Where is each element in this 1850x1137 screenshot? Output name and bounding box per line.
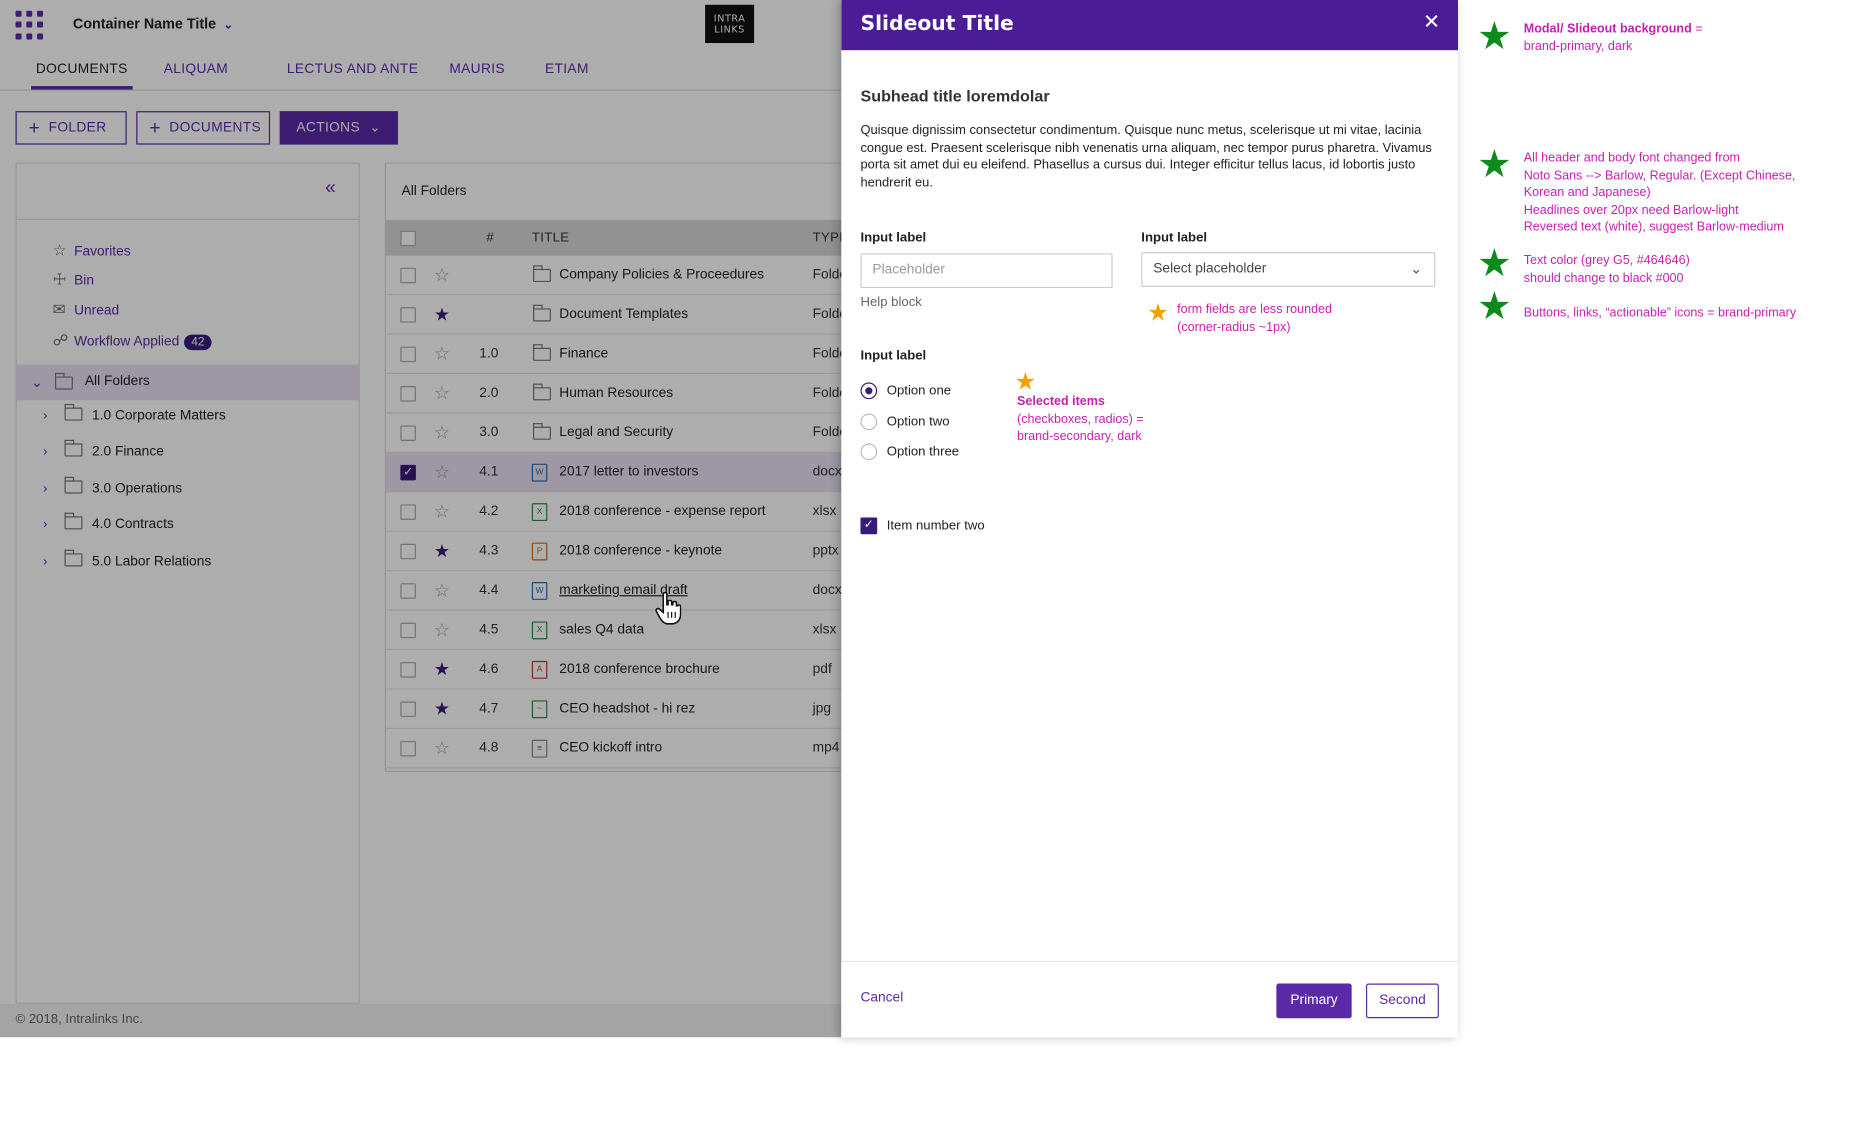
second-button[interactable]: Second	[1365, 983, 1439, 1019]
radio-label: Option two	[886, 414, 950, 430]
annotation-form-fields: form fields are less rounded (corner-rad…	[1177, 301, 1332, 336]
star-icon: ★	[1014, 369, 1037, 396]
annotation-line: All header and body font changed from	[1523, 150, 1741, 165]
annotation-title: Selected items	[1017, 394, 1105, 409]
annotation-line: Reversed text (white), suggest Barlow-me…	[1523, 219, 1784, 235]
screen: Container Name Title ⌄ INTRA LINKS DOCUME…	[0, 0, 1850, 1137]
star-icon: ★	[1477, 241, 1512, 285]
annotation-line: (corner-radius ~1px)	[1177, 319, 1291, 335]
star-icon: ★	[1477, 14, 1512, 58]
annotation-font-change: All header and body font changed from No…	[1524, 149, 1796, 236]
slideout-panel: Slideout Title ✕ Subhead title loremdola…	[841, 0, 1459, 1038]
annotation-line: Noto Sans --> Barlow, Regular. (Except C…	[1523, 167, 1796, 183]
item-checkbox[interactable]: ✓	[860, 517, 878, 535]
radio-option-three[interactable]	[860, 443, 878, 461]
radio-option-one[interactable]	[860, 382, 878, 400]
slideout-header: Slideout Title ✕	[841, 0, 1459, 51]
annotation-line: form fields are less rounded	[1177, 302, 1333, 317]
chevron-down-icon: ⌄	[1410, 260, 1423, 278]
primary-button[interactable]: Primary	[1276, 983, 1352, 1019]
annotation-line: (checkboxes, radios) =	[1017, 411, 1144, 427]
annotation-line: Korean and Japanese)	[1523, 185, 1651, 200]
hand-cursor-icon	[655, 591, 682, 625]
star-icon: ★	[1477, 284, 1512, 328]
radio-label: Option one	[886, 383, 952, 398]
select-dropdown[interactable]: Select placeholder ⌄	[1141, 252, 1436, 287]
input-placeholder: Placeholder	[872, 262, 945, 278]
annotation-line: =	[1695, 21, 1703, 36]
modal-overlay[interactable]	[0, 0, 842, 1038]
help-block: Help block	[860, 295, 922, 310]
annotation-text-color: Text color (grey G5, #464646) should cha…	[1524, 252, 1690, 287]
star-icon: ★	[1147, 299, 1169, 327]
annotation-actionable-colors: Buttons, links, “actionable” icons = bra…	[1524, 305, 1796, 322]
select-label: Input label	[1141, 230, 1208, 245]
text-input[interactable]: Placeholder	[860, 253, 1113, 289]
annotation-modal-background: Modal/ Slideout background = brand-prima…	[1524, 20, 1703, 55]
slideout-footer: Cancel Primary Second	[841, 960, 1459, 1038]
annotation-selected-items: Selected items (checkboxes, radios) = br…	[1017, 393, 1144, 445]
annotation-line: Text color (grey G5, #464646)	[1523, 253, 1690, 268]
annotation-line: Headlines over 20px need Barlow-light	[1523, 202, 1739, 217]
radio-option-two[interactable]	[860, 413, 878, 431]
slideout-title: Slideout Title	[860, 11, 1014, 36]
input-label: Input label	[860, 230, 927, 245]
slideout-subhead: Subhead title loremdolar	[860, 87, 1050, 106]
checkbox-label: Item number two	[886, 518, 985, 534]
annotation-line: should change to black #000	[1523, 270, 1684, 286]
annotation-line: brand-secondary, dark	[1017, 429, 1142, 444]
star-icon: ★	[1477, 142, 1512, 186]
radio-label: Option three	[886, 444, 960, 459]
annotation-title: Modal/ Slideout background	[1523, 21, 1692, 36]
close-icon[interactable]: ✕	[1423, 11, 1440, 35]
select-value: Select placeholder	[1153, 261, 1267, 277]
radio-group-label: Input label	[860, 348, 927, 364]
annotation-line: Buttons, links, “actionable” icons = bra…	[1523, 305, 1797, 321]
cancel-link[interactable]: Cancel	[860, 991, 903, 1005]
annotation-line: brand-primary, dark	[1523, 38, 1633, 54]
slideout-body-text: Quisque dignissim consectetur condimentu…	[860, 123, 1432, 190]
